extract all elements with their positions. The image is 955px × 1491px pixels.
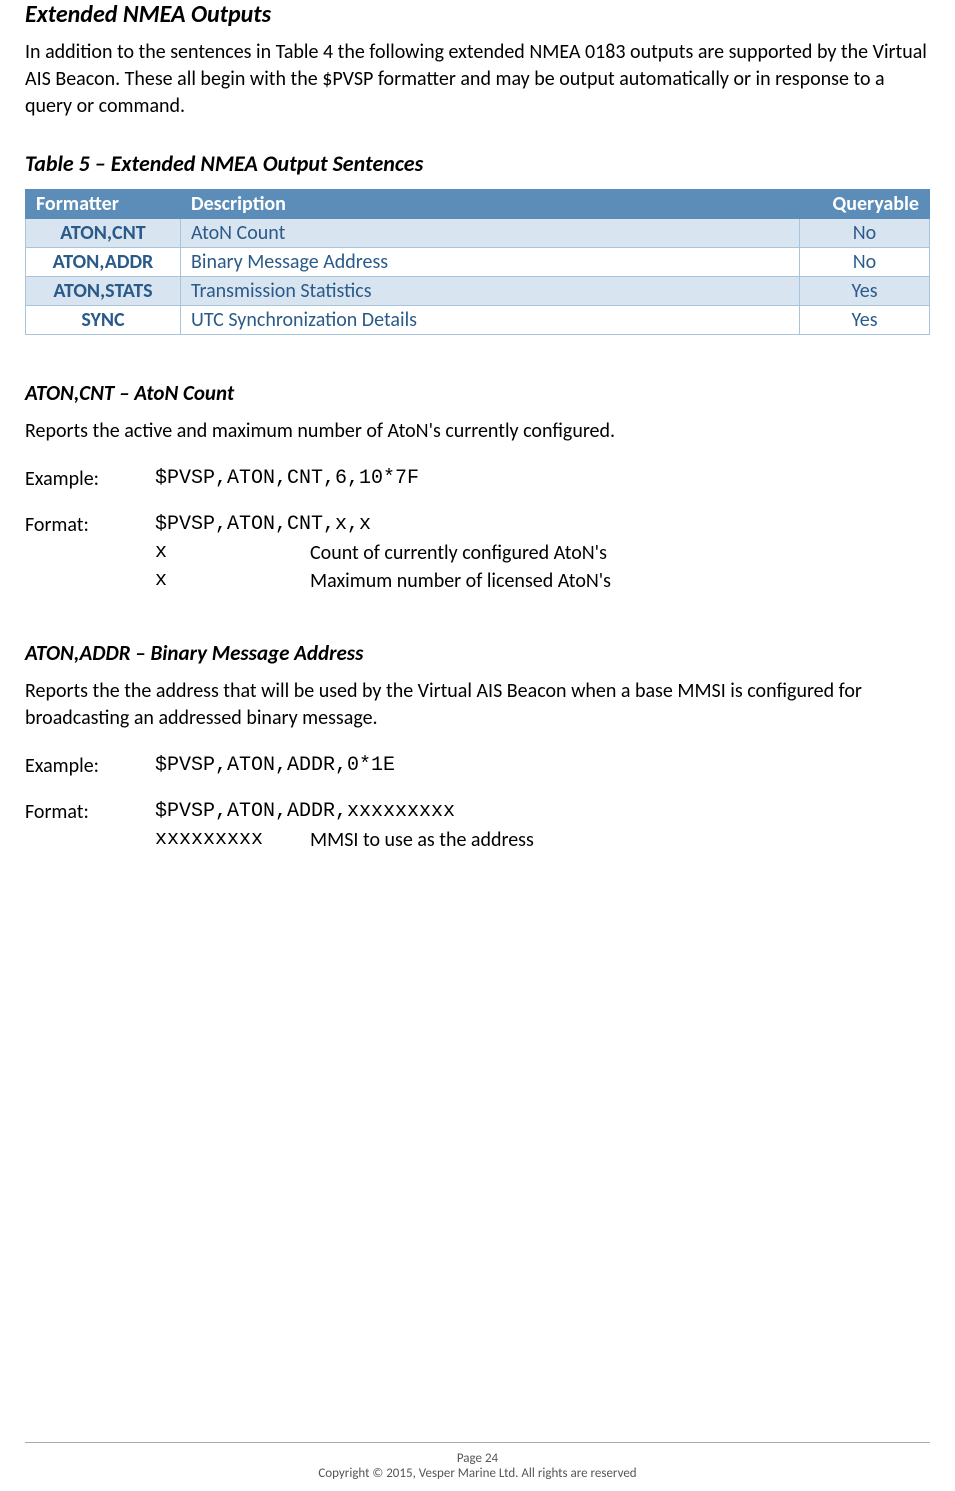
param-key: x: [155, 567, 310, 595]
format-row: Format: $PVSP,ATON,ADDR,xxxxxxxxx: [25, 800, 930, 824]
param-key: xxxxxxxxx: [155, 826, 310, 854]
param-row: x Maximum number of licensed AtoN's: [155, 567, 930, 595]
cell-formatter: ATON,STATS: [26, 277, 181, 306]
example-value: $PVSP,ATON,CNT,6,10*7F: [155, 467, 419, 491]
cell-description: UTC Synchronization Details: [181, 306, 800, 335]
format-value: $PVSP,ATON,ADDR,xxxxxxxxx: [155, 800, 455, 824]
param-desc: Count of currently configured AtoN's: [310, 539, 607, 567]
cell-description: AtoN Count: [181, 219, 800, 248]
section-heading-cnt: ATON,CNT – AtoN Count: [25, 380, 930, 406]
cell-formatter: ATON,CNT: [26, 219, 181, 248]
param-row: xxxxxxxxx MMSI to use as the address: [155, 826, 930, 854]
table-row: ATON,CNT AtoN Count No: [26, 219, 930, 248]
param-key: x: [155, 539, 310, 567]
param-desc: MMSI to use as the address: [310, 826, 534, 854]
param-desc: Maximum number of licensed AtoN's: [310, 567, 611, 595]
param-row: x Count of currently configured AtoN's: [155, 539, 930, 567]
output-sentences-table: Formatter Description Queryable ATON,CNT…: [25, 189, 930, 335]
section-desc: Reports the the address that will be use…: [25, 678, 930, 732]
example-label: Example:: [25, 467, 155, 491]
copyright: Copyright © 2015, Vesper Marine Ltd. All…: [25, 1466, 930, 1481]
col-description: Description: [181, 190, 800, 219]
col-formatter: Formatter: [26, 190, 181, 219]
table-row: SYNC UTC Synchronization Details Yes: [26, 306, 930, 335]
cell-queryable: No: [800, 219, 930, 248]
cell-description: Binary Message Address: [181, 248, 800, 277]
section-desc: Reports the active and maximum number of…: [25, 418, 930, 445]
cell-formatter: ATON,ADDR: [26, 248, 181, 277]
format-label: Format:: [25, 800, 155, 824]
table-row: ATON,ADDR Binary Message Address No: [26, 248, 930, 277]
col-queryable: Queryable: [800, 190, 930, 219]
example-label: Example:: [25, 754, 155, 778]
table-caption: Table 5 – Extended NMEA Output Sentences: [25, 150, 930, 177]
cell-formatter: SYNC: [26, 306, 181, 335]
format-row: Format: $PVSP,ATON,CNT,x,x: [25, 513, 930, 537]
page-number: Page 24: [25, 1451, 930, 1466]
page-footer: Page 24 Copyright © 2015, Vesper Marine …: [25, 1442, 930, 1481]
example-value: $PVSP,ATON,ADDR,0*1E: [155, 754, 395, 778]
cell-queryable: No: [800, 248, 930, 277]
format-value: $PVSP,ATON,CNT,x,x: [155, 513, 371, 537]
format-label: Format:: [25, 513, 155, 537]
intro-paragraph: In addition to the sentences in Table 4 …: [25, 39, 930, 120]
section-heading-addr: ATON,ADDR – Binary Message Address: [25, 640, 930, 666]
example-row: Example: $PVSP,ATON,ADDR,0*1E: [25, 754, 930, 778]
table-row: ATON,STATS Transmission Statistics Yes: [26, 277, 930, 306]
cell-queryable: Yes: [800, 277, 930, 306]
cell-queryable: Yes: [800, 306, 930, 335]
cell-description: Transmission Statistics: [181, 277, 800, 306]
example-row: Example: $PVSP,ATON,CNT,6,10*7F: [25, 467, 930, 491]
main-heading: Extended NMEA Outputs: [25, 0, 930, 29]
